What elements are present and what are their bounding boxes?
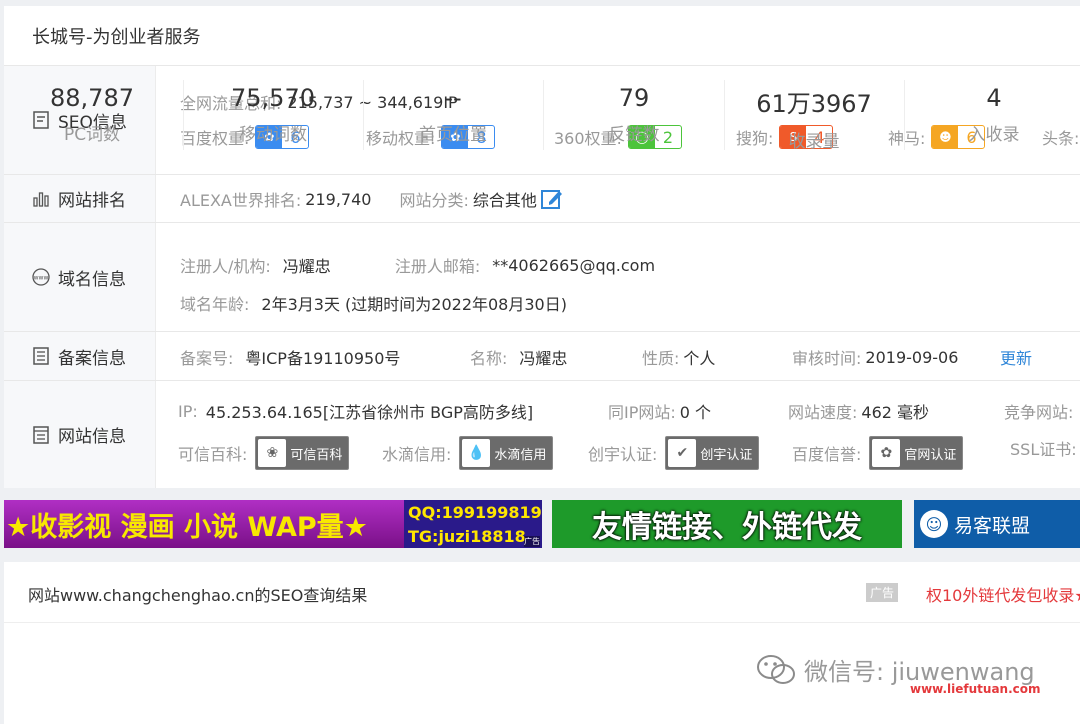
- domain-row: www 域名信息 注册人/机构: 冯耀忠 注册人邮箱: **4062665@qq…: [4, 223, 1080, 332]
- edit-icon[interactable]: [540, 188, 563, 210]
- domain-age-line: 域名年龄: 2年3月3天 (过期时间为2022年08月30日): [180, 295, 567, 314]
- card-header: 长城号-为创业者服务: [4, 6, 1080, 66]
- wechat-icon: [756, 653, 796, 687]
- icp-type: 性质: 个人: [642, 349, 716, 368]
- chuangyu-badge: ✔ 创宇认证: [665, 436, 760, 470]
- laurel-icon: ❀: [258, 439, 287, 467]
- ad-tag: 广告: [524, 536, 540, 547]
- ad-banner-links[interactable]: 友情链接、外链代发: [552, 500, 902, 548]
- bar-chart-icon: [32, 190, 50, 208]
- stat-mobile-words[interactable]: 75,570 移动词数: [183, 84, 363, 145]
- stat-in-index[interactable]: 4 入收录: [904, 84, 1080, 145]
- verified-icon: ✔: [668, 439, 697, 467]
- banner-yike-text: 易客联盟: [954, 514, 1031, 537]
- result-title: 网站www.changchenghao.cn的SEO查询结果: [28, 586, 368, 605]
- yike-logo-icon: ☺: [920, 510, 948, 538]
- banner-links-text: 友情链接、外链代发: [592, 502, 862, 546]
- seo-result-card: 网站www.changchenghao.cn的SEO查询结果 广告 权10外链代…: [4, 562, 1080, 724]
- ip-info: IP: 45.253.64.165[江苏省徐州市 BGP高防多线]: [178, 401, 534, 423]
- ssl-label: SSL证书:: [1010, 440, 1077, 459]
- rank-row: 网站排名 ALEXA世界排名: 219,740 网站分类: 综合其他: [4, 175, 1080, 223]
- water-drop-icon: 💧: [462, 439, 491, 467]
- result-header: 网站www.changchenghao.cn的SEO查询结果 广告 权10外链代…: [4, 562, 1080, 623]
- baidu-credit-badge: ✿ 官网认证: [869, 436, 964, 470]
- page-title: 长城号-为创业者服务: [32, 26, 201, 48]
- chuangyu-cert[interactable]: 创宇认证: ✔ 创宇认证: [588, 436, 760, 470]
- stat-indexed[interactable]: 61万3967 收录量: [724, 84, 904, 152]
- domain-label: www 域名信息: [4, 223, 156, 331]
- site-row: 网站信息 IP: 45.253.64.165[江苏省徐州市 BGP高防多线] 同…: [4, 381, 1080, 488]
- svg-text:www: www: [34, 275, 49, 282]
- trust-baike[interactable]: 可信百科: ❀ 可信百科: [178, 436, 350, 470]
- www-icon: www: [32, 268, 50, 286]
- ad-banner-yike[interactable]: ☺ 易客联盟: [914, 500, 1080, 548]
- update-link[interactable]: 更新: [1000, 345, 1032, 369]
- icp-name: 名称: 冯耀忠: [470, 349, 568, 368]
- paw-icon: ✿: [872, 439, 901, 467]
- rank-label: 网站排名: [4, 175, 156, 222]
- stat-pc-words[interactable]: 88,787 PC词数: [2, 84, 182, 145]
- compete-label: 竞争网站:: [1004, 403, 1074, 422]
- shuidi-credit[interactable]: 水滴信用: 💧 水滴信用: [382, 436, 554, 470]
- ad-label: 广告: [866, 583, 899, 602]
- registrant-line: 注册人/机构: 冯耀忠 注册人邮箱: **4062665@qq.com: [180, 255, 656, 277]
- icp-label: 备案信息: [4, 332, 156, 380]
- banner-tg: TG:juzi18818: [404, 524, 542, 548]
- banner-wap-text: ★收影视 漫画 小说 WAP量★: [4, 500, 404, 548]
- site-info-icon: [32, 425, 50, 444]
- site-info-card: 长城号-为创业者服务 SEO信息 全网流量总和: 215,737 ~ 344,6…: [4, 6, 1080, 488]
- baidu-credit[interactable]: 百度信誉: ✿ 官网认证: [792, 436, 964, 470]
- ad-link[interactable]: 权10外链代发包收录★: [926, 582, 1080, 606]
- icp-number: 备案号: 粤ICP备19110950号: [180, 349, 401, 368]
- banner-qq: QQ:199199819: [404, 500, 542, 524]
- site-label: 网站信息: [4, 381, 156, 488]
- ad-banner-wap[interactable]: ★收影视 漫画 小说 WAP量★ QQ:199199819 TG:juzi188…: [4, 500, 542, 548]
- icp-row: 备案信息 备案号: 粤ICP备19110950号 名称: 冯耀忠 性质: 个人 …: [4, 332, 1080, 381]
- record-icon: [32, 347, 50, 365]
- watermark-url: www.liefutuan.com: [910, 682, 1041, 696]
- icp-time: 审核时间: 2019-09-06: [792, 347, 959, 369]
- shuidi-badge: 💧 水滴信用: [459, 436, 554, 470]
- stat-home-position[interactable]: -- 首页位置: [363, 84, 543, 145]
- same-ip: 同IP网站: 0 个: [608, 403, 712, 422]
- site-speed: 网站速度: 462 毫秒: [788, 403, 930, 422]
- stat-backlinks[interactable]: 79 反链数: [544, 84, 724, 145]
- alexa-line: ALEXA世界排名: 219,740 网站分类: 综合其他: [180, 187, 563, 211]
- trust-baike-badge: ❀ 可信百科: [255, 436, 350, 470]
